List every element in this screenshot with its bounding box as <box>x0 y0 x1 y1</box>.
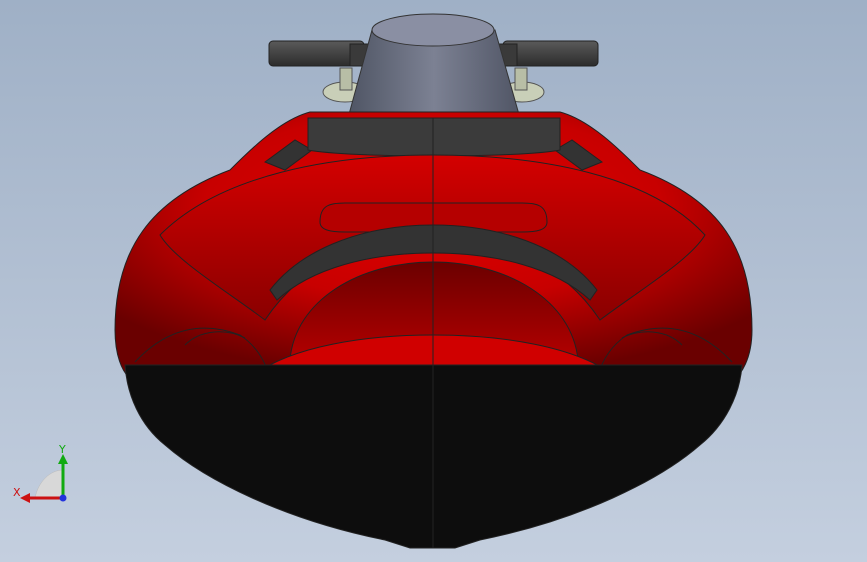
steering-column <box>347 13 521 119</box>
coordinate-triad: Y X <box>13 443 68 503</box>
x-axis-arrow <box>20 493 30 503</box>
z-axis-point <box>59 494 67 502</box>
upper-trim <box>307 117 561 157</box>
triad-plane-shading <box>34 469 64 499</box>
jet-ski-model[interactable] <box>0 0 867 562</box>
y-axis-label: Y <box>58 443 66 456</box>
x-axis-label: X <box>13 486 21 499</box>
graphics-viewport[interactable]: Y X <box>0 0 867 562</box>
